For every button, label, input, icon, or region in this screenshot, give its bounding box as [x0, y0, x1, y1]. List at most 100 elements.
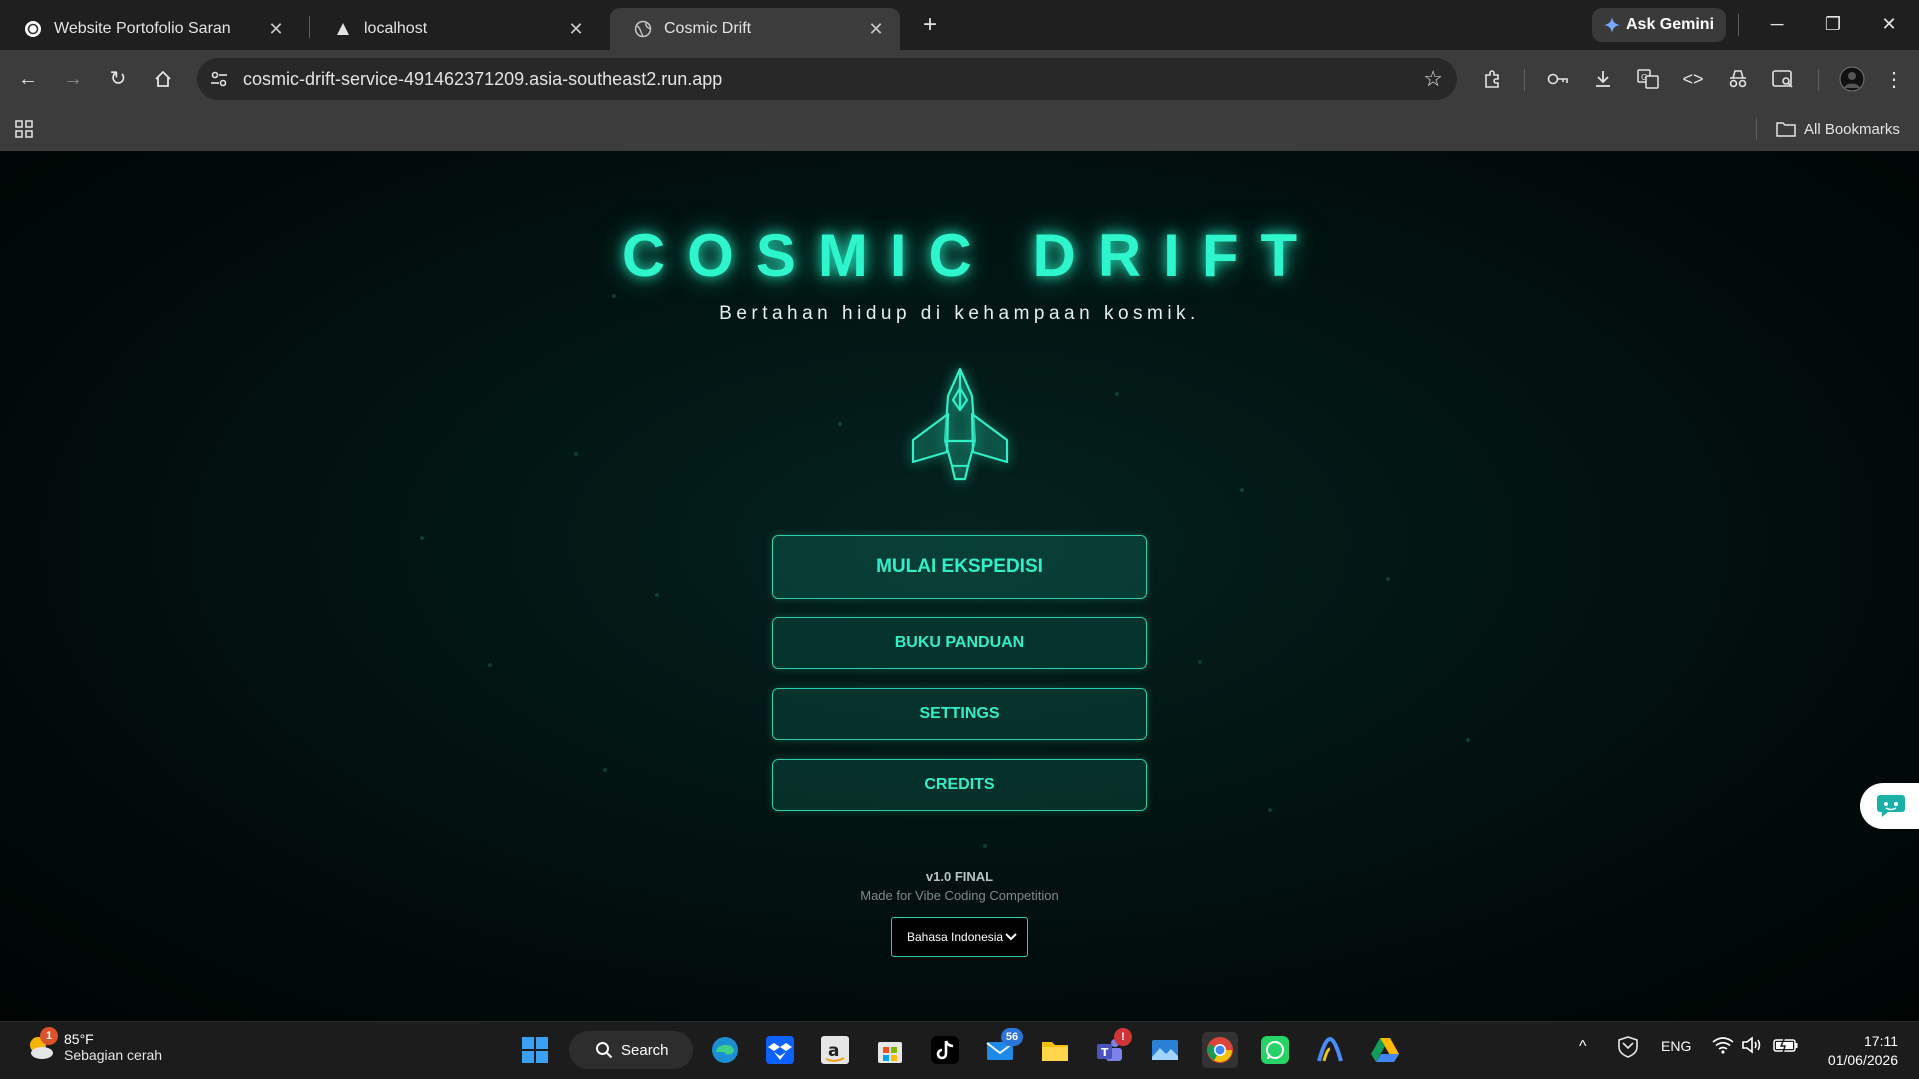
dropbox-icon[interactable] — [762, 1032, 798, 1068]
close-tab-icon[interactable]: ✕ — [266, 19, 286, 40]
url-text: cosmic-drift-service-491462371209.asia-s… — [243, 69, 723, 89]
weather-condition: Sebagian cerah — [64, 1047, 163, 1063]
star-particle — [1268, 808, 1272, 812]
amazon-icon[interactable]: a — [817, 1032, 853, 1068]
taskbar-clock[interactable]: 17:11 01/06/2026 — [1818, 1032, 1898, 1070]
site-info-icon[interactable] — [209, 69, 229, 89]
star-particle — [655, 593, 659, 597]
restore-icon[interactable]: ❐ — [1808, 8, 1858, 40]
profile-avatar[interactable] — [1836, 63, 1868, 95]
version-label: v1.0 FINAL — [925, 869, 994, 884]
input-language[interactable]: ENG — [1661, 1038, 1691, 1054]
toolbar-divider — [1738, 14, 1739, 36]
windows-start-icon[interactable] — [517, 1032, 553, 1068]
star-particle — [1240, 488, 1244, 492]
start-expedition-button[interactable]: MULAI EKSPEDISI — [772, 535, 1147, 599]
close-tab-icon[interactable]: ✕ — [866, 19, 886, 40]
game-main-menu: COSMIC DRIFT Bertahan hidup di kehampaan… — [0, 151, 1919, 1021]
weather-temp: 85°F — [64, 1031, 94, 1047]
forward-arrow-icon[interactable]: → — [57, 63, 89, 95]
star-particle — [838, 422, 842, 426]
back-arrow-icon[interactable]: ← — [12, 63, 44, 95]
close-window-icon[interactable]: ✕ — [1864, 8, 1914, 40]
windows-taskbar: 1 85°F Sebagian cerah Search a 56 T ! ^ … — [0, 1021, 1919, 1079]
made-for-label: Made for Vibe Coding Competition — [860, 888, 1059, 903]
weather-sun-icon: 1 — [24, 1027, 58, 1063]
mcafee-shield-icon[interactable] — [1618, 1036, 1638, 1061]
antigravity-icon[interactable] — [1312, 1032, 1348, 1068]
bookmarks-bar: All Bookmarks — [0, 108, 1919, 151]
weather-badge: 1 — [40, 1027, 58, 1045]
tab-cosmic-drift[interactable]: Cosmic Drift ✕ — [610, 8, 900, 50]
game-subtitle: Bertahan hidup di kehampaan kosmik. — [719, 303, 1200, 324]
star-particle — [1198, 660, 1202, 664]
whatsapp-icon[interactable] — [1257, 1032, 1293, 1068]
file-explorer-icon[interactable] — [1037, 1032, 1073, 1068]
mail-icon[interactable]: 56 — [982, 1028, 1023, 1068]
star-particle — [1386, 577, 1390, 581]
svg-text:a: a — [828, 1041, 839, 1061]
gemini-icon — [1603, 17, 1620, 33]
mail-badge: 56 — [1001, 1028, 1023, 1046]
clock-date: 01/06/2026 — [1827, 1052, 1898, 1068]
star-particle — [983, 844, 987, 848]
incognito-icon[interactable] — [1722, 63, 1754, 95]
google-drive-icon[interactable] — [1367, 1032, 1403, 1068]
kebab-menu-icon[interactable]: ⋮ — [1878, 63, 1910, 95]
language-select[interactable]: Bahasa Indonesia — [891, 917, 1028, 957]
spaceship-icon — [911, 367, 1009, 481]
credits-button[interactable]: CREDITS — [772, 759, 1147, 811]
taskbar-search-label: Search — [621, 1041, 669, 1059]
chrome-icon[interactable] — [1202, 1032, 1238, 1068]
home-icon[interactable] — [147, 63, 179, 95]
triangle-icon — [334, 20, 352, 38]
search-icon — [596, 1042, 613, 1059]
toolbar-divider — [1524, 69, 1525, 91]
address-bar[interactable]: cosmic-drift-service-491462371209.asia-s… — [197, 58, 1457, 100]
bookmark-star-icon[interactable]: ☆ — [1423, 66, 1443, 92]
star-particle — [488, 663, 492, 667]
code-brackets-icon[interactable]: <> — [1677, 63, 1709, 95]
translate-icon[interactable]: G — [1632, 63, 1664, 95]
edge-browser-icon[interactable] — [707, 1032, 743, 1068]
close-tab-icon[interactable]: ✕ — [566, 19, 586, 40]
new-tab-button[interactable]: + — [914, 10, 946, 42]
star-particle — [1115, 392, 1119, 396]
microsoft-store-icon[interactable] — [872, 1032, 908, 1068]
password-key-icon[interactable] — [1542, 63, 1574, 95]
minimize-icon[interactable]: ─ — [1752, 8, 1802, 40]
star-particle — [603, 768, 607, 772]
taskbar-search[interactable]: Search — [569, 1031, 693, 1069]
battery-icon[interactable] — [1773, 1036, 1799, 1056]
tiktok-icon[interactable] — [927, 1032, 963, 1068]
tab-search-icon[interactable] — [1767, 63, 1799, 95]
tab-title: localhost — [364, 20, 428, 37]
download-icon[interactable] — [1587, 63, 1619, 95]
teams-badge: ! — [1114, 1028, 1132, 1046]
reload-icon[interactable]: ↻ — [102, 63, 134, 95]
ask-gemini-button[interactable]: Ask Gemini — [1592, 8, 1726, 42]
all-bookmarks-button[interactable]: All Bookmarks — [1776, 117, 1900, 141]
browser-toolbar: ← → ↻ cosmic-drift-service-491462371209.… — [0, 50, 1919, 108]
tab-website-portofolio[interactable]: Website Portofolio Saran ✕ — [0, 8, 300, 50]
tray-chevron-up-icon[interactable]: ^ — [1579, 1038, 1587, 1056]
wifi-icon[interactable] — [1712, 1036, 1734, 1057]
apps-grid-icon[interactable] — [14, 119, 34, 139]
browser-tab-strip: Website Portofolio Saran ✕ localhost ✕ C… — [0, 0, 1919, 50]
teams-icon[interactable]: T ! — [1092, 1028, 1132, 1068]
guide-book-button[interactable]: BUKU PANDUAN — [772, 617, 1147, 669]
photos-icon[interactable] — [1147, 1032, 1183, 1068]
volume-icon[interactable] — [1741, 1036, 1763, 1057]
openai-icon — [24, 20, 42, 38]
tab-title: Cosmic Drift — [664, 20, 752, 37]
settings-button[interactable]: SETTINGS — [772, 688, 1147, 740]
language-select-value: Bahasa Indonesia — [907, 930, 1004, 944]
folder-icon — [1776, 122, 1796, 137]
extensions-icon[interactable] — [1476, 63, 1508, 95]
star-particle — [420, 536, 424, 540]
tab-localhost[interactable]: localhost ✕ — [310, 8, 600, 50]
svg-text:T: T — [1101, 1046, 1109, 1059]
chat-widget-button[interactable] — [1860, 783, 1919, 829]
weather-widget[interactable]: 1 85°F Sebagian cerah — [24, 1027, 163, 1063]
ask-gemini-label: Ask Gemini — [1625, 16, 1715, 33]
